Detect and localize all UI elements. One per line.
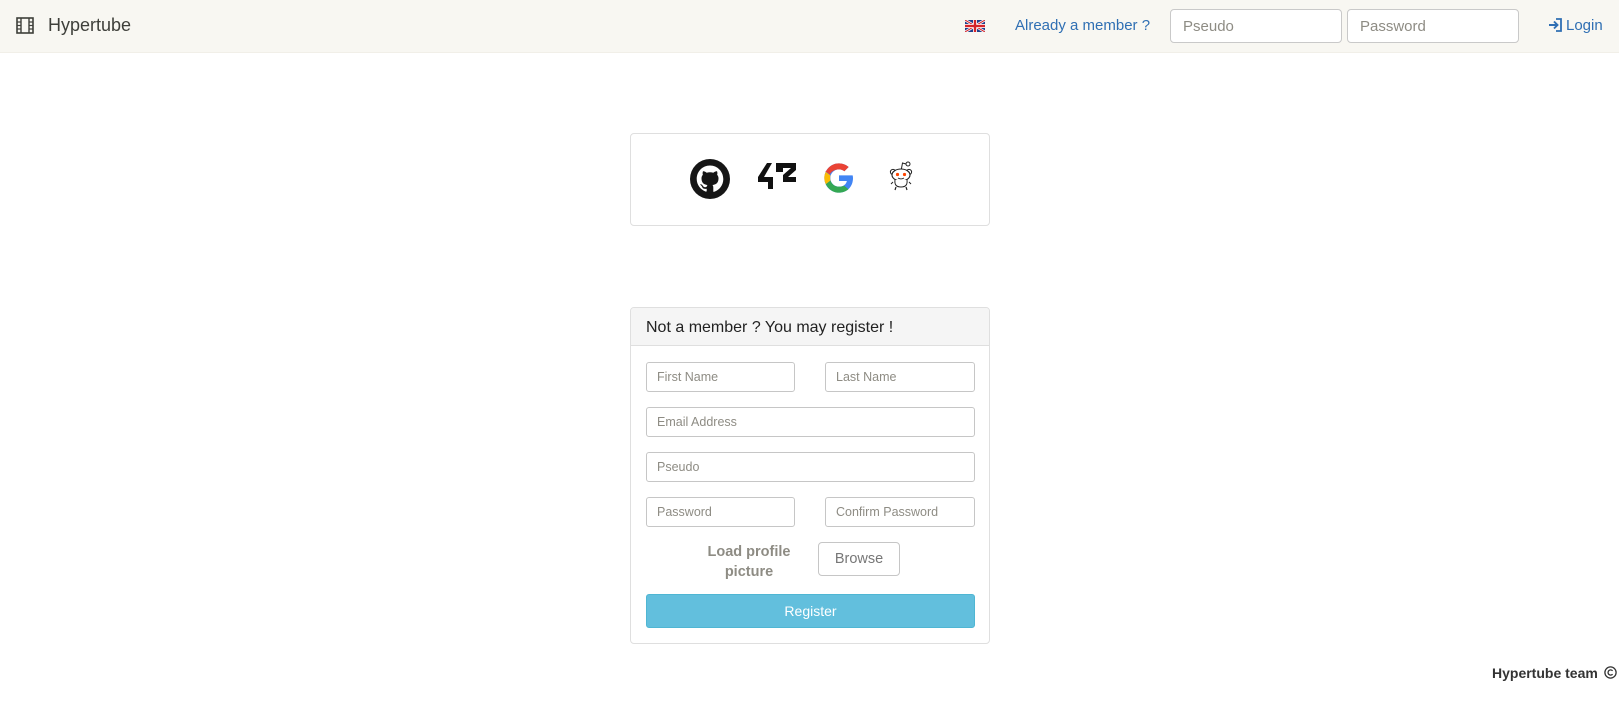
login-label: Login (1566, 17, 1603, 34)
reddit-icon[interactable] (887, 159, 915, 191)
pseudo-field[interactable] (646, 452, 975, 482)
password-field[interactable] (646, 497, 795, 527)
load-picture-label: Load profile picture (707, 544, 791, 580)
footer-text: Hypertube team (1492, 665, 1598, 681)
top-navbar: Hypertube Already a member ? Login (0, 0, 1619, 53)
uk-flag-icon[interactable] (965, 20, 985, 32)
sign-in-icon (1549, 18, 1562, 32)
oauth-panel (630, 133, 990, 226)
brand-title[interactable]: Hypertube (48, 15, 131, 36)
login-password-input[interactable] (1347, 9, 1519, 43)
register-panel: Not a member ? You may register ! Load p… (630, 307, 990, 644)
last-name-field[interactable] (825, 362, 975, 392)
confirm-password-field[interactable] (825, 497, 975, 527)
first-name-field[interactable] (646, 362, 795, 392)
already-member-link[interactable]: Already a member ? (1015, 17, 1150, 34)
google-icon[interactable] (823, 162, 855, 194)
browse-button[interactable]: Browse (818, 542, 900, 576)
email-field[interactable] (646, 407, 975, 437)
42-logo[interactable] (757, 161, 797, 191)
login-pseudo-input[interactable] (1170, 9, 1342, 43)
film-icon (16, 17, 34, 34)
register-button[interactable]: Register (646, 594, 975, 628)
register-title: Not a member ? You may register ! (646, 319, 894, 336)
copyright-icon (1604, 666, 1617, 679)
github-icon[interactable] (690, 159, 730, 199)
login-button[interactable]: Login (1548, 17, 1603, 34)
register-panel-header: Not a member ? You may register ! (631, 308, 989, 346)
